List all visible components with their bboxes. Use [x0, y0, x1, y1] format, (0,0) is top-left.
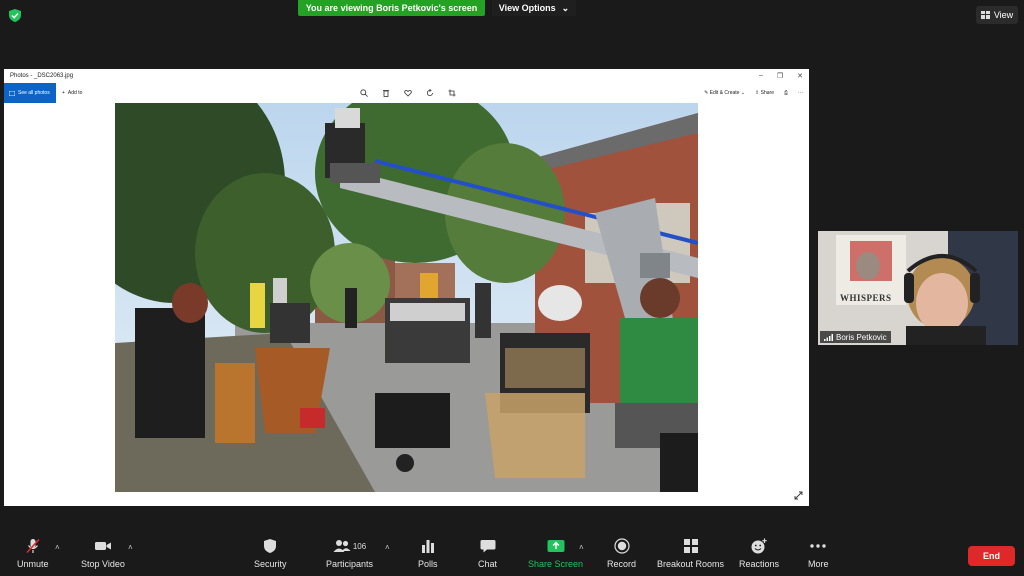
delete-icon[interactable]: [382, 89, 390, 97]
see-all-photos-button[interactable]: See all photos: [4, 83, 56, 103]
participant-video: [818, 231, 1018, 345]
record-icon: [613, 538, 630, 554]
viewing-banner-text: You are viewing Boris Petkovic's screen: [305, 3, 478, 13]
chevron-down-icon: ⌄: [740, 90, 746, 96]
add-to-button[interactable]: + Add to: [62, 90, 82, 96]
participants-options-caret[interactable]: ˄: [385, 543, 390, 552]
window-title: Photos - _DSC2063.jpg: [10, 73, 74, 79]
viewing-screen-banner: You are viewing Boris Petkovic's screen: [298, 0, 485, 16]
breakout-rooms-button[interactable]: Breakout Rooms: [657, 538, 724, 569]
share-screen-icon: [547, 540, 565, 552]
edit-icon: ✎: [704, 90, 709, 96]
security-button[interactable]: Security: [254, 538, 287, 569]
participants-button[interactable]: 106 Participants: [326, 538, 373, 569]
end-meeting-button[interactable]: End: [968, 546, 1015, 566]
video-camera-icon: [94, 542, 111, 550]
more-options-icon[interactable]: ···: [798, 90, 803, 96]
print-icon[interactable]: ⎙: [784, 90, 788, 96]
view-options-label: View Options: [498, 3, 556, 13]
stop-video-label: Stop Video: [81, 559, 125, 569]
record-button[interactable]: Record: [607, 538, 636, 569]
polls-button[interactable]: Polls: [418, 538, 438, 569]
chat-button[interactable]: Chat: [478, 538, 497, 569]
audio-options-caret[interactable]: ˄: [55, 543, 60, 552]
rotate-icon[interactable]: [426, 89, 434, 97]
share-screen-label: Share Screen: [528, 559, 584, 569]
grid-view-icon: [980, 11, 990, 19]
film-set-photo: [115, 103, 698, 492]
breakout-rooms-icon: [683, 539, 698, 553]
photos-toolbar: See all photos + Add to ✎ Edit & Create …: [4, 83, 809, 103]
photos-titlebar: Photos - _DSC2063.jpg – ❐ ✕: [4, 69, 809, 83]
share-button[interactable]: ⇪ Share: [755, 90, 774, 96]
security-label: Security: [254, 559, 287, 569]
breakout-rooms-label: Breakout Rooms: [657, 559, 725, 569]
shield-icon: [264, 539, 277, 553]
end-label: End: [983, 551, 1000, 561]
shared-screen-window: Photos - _DSC2063.jpg – ❐ ✕ See all phot…: [4, 69, 809, 506]
view-label: View: [993, 10, 1014, 20]
see-all-photos-label: See all photos: [18, 90, 50, 96]
unmute-label: Unmute: [17, 559, 49, 569]
crop-icon[interactable]: [448, 89, 456, 97]
record-label: Record: [607, 559, 637, 569]
minimize-icon[interactable]: –: [759, 72, 763, 80]
share-label: Share: [760, 90, 774, 96]
share-icon: ⇪: [755, 90, 760, 96]
more-label: More: [808, 559, 829, 569]
participants-icon-group: 106: [333, 538, 366, 554]
meeting-controls-bar: Unmute ˄ Stop Video ˄ Security 106 Parti…: [0, 532, 1024, 576]
unmute-button[interactable]: Unmute: [17, 538, 49, 569]
reactions-icon: [751, 538, 767, 554]
restore-icon[interactable]: ❐: [777, 72, 783, 80]
chevron-down-icon: ⌄: [561, 2, 570, 13]
participant-name-tag: Boris Petkovic: [820, 331, 891, 343]
polls-label: Polls: [418, 559, 438, 569]
more-dots-icon: [810, 544, 826, 548]
reactions-label: Reactions: [739, 559, 780, 569]
zoom-icon[interactable]: [360, 89, 368, 97]
close-icon[interactable]: ✕: [797, 72, 803, 80]
expand-icon[interactable]: [794, 491, 803, 500]
reactions-button[interactable]: Reactions: [739, 538, 779, 569]
poster-text: WHISPERS: [840, 293, 892, 303]
view-options-button[interactable]: View Options ⌄: [492, 0, 576, 16]
participants-count: 106: [352, 541, 367, 551]
participants-icon: [333, 540, 351, 552]
heart-icon[interactable]: [404, 89, 412, 97]
polls-icon: [421, 540, 434, 553]
security-shield-icon[interactable]: [9, 9, 21, 22]
muted-microphone-icon: [26, 538, 40, 554]
more-button[interactable]: More: [808, 538, 829, 569]
participants-label: Participants: [326, 559, 374, 569]
view-button[interactable]: View: [976, 6, 1018, 24]
share-options-caret[interactable]: ˄: [579, 543, 584, 552]
chat-label: Chat: [478, 559, 498, 569]
add-to-label: Add to: [67, 90, 83, 96]
plus-icon: +: [62, 90, 65, 96]
edit-create-label: Edit & Create: [709, 90, 740, 96]
video-options-caret[interactable]: ˄: [128, 543, 133, 552]
participant-video-tile[interactable]: WHISPERS Boris Petkovic: [818, 231, 1018, 345]
edit-create-button[interactable]: ✎ Edit & Create ⌄: [704, 90, 745, 96]
chat-icon: [480, 540, 495, 553]
participant-name: Boris Petkovic: [836, 332, 887, 342]
signal-strength-icon: [824, 333, 833, 341]
stop-video-button[interactable]: Stop Video: [81, 538, 125, 569]
photos-icon: [9, 90, 15, 96]
share-screen-button[interactable]: Share Screen: [528, 538, 583, 569]
